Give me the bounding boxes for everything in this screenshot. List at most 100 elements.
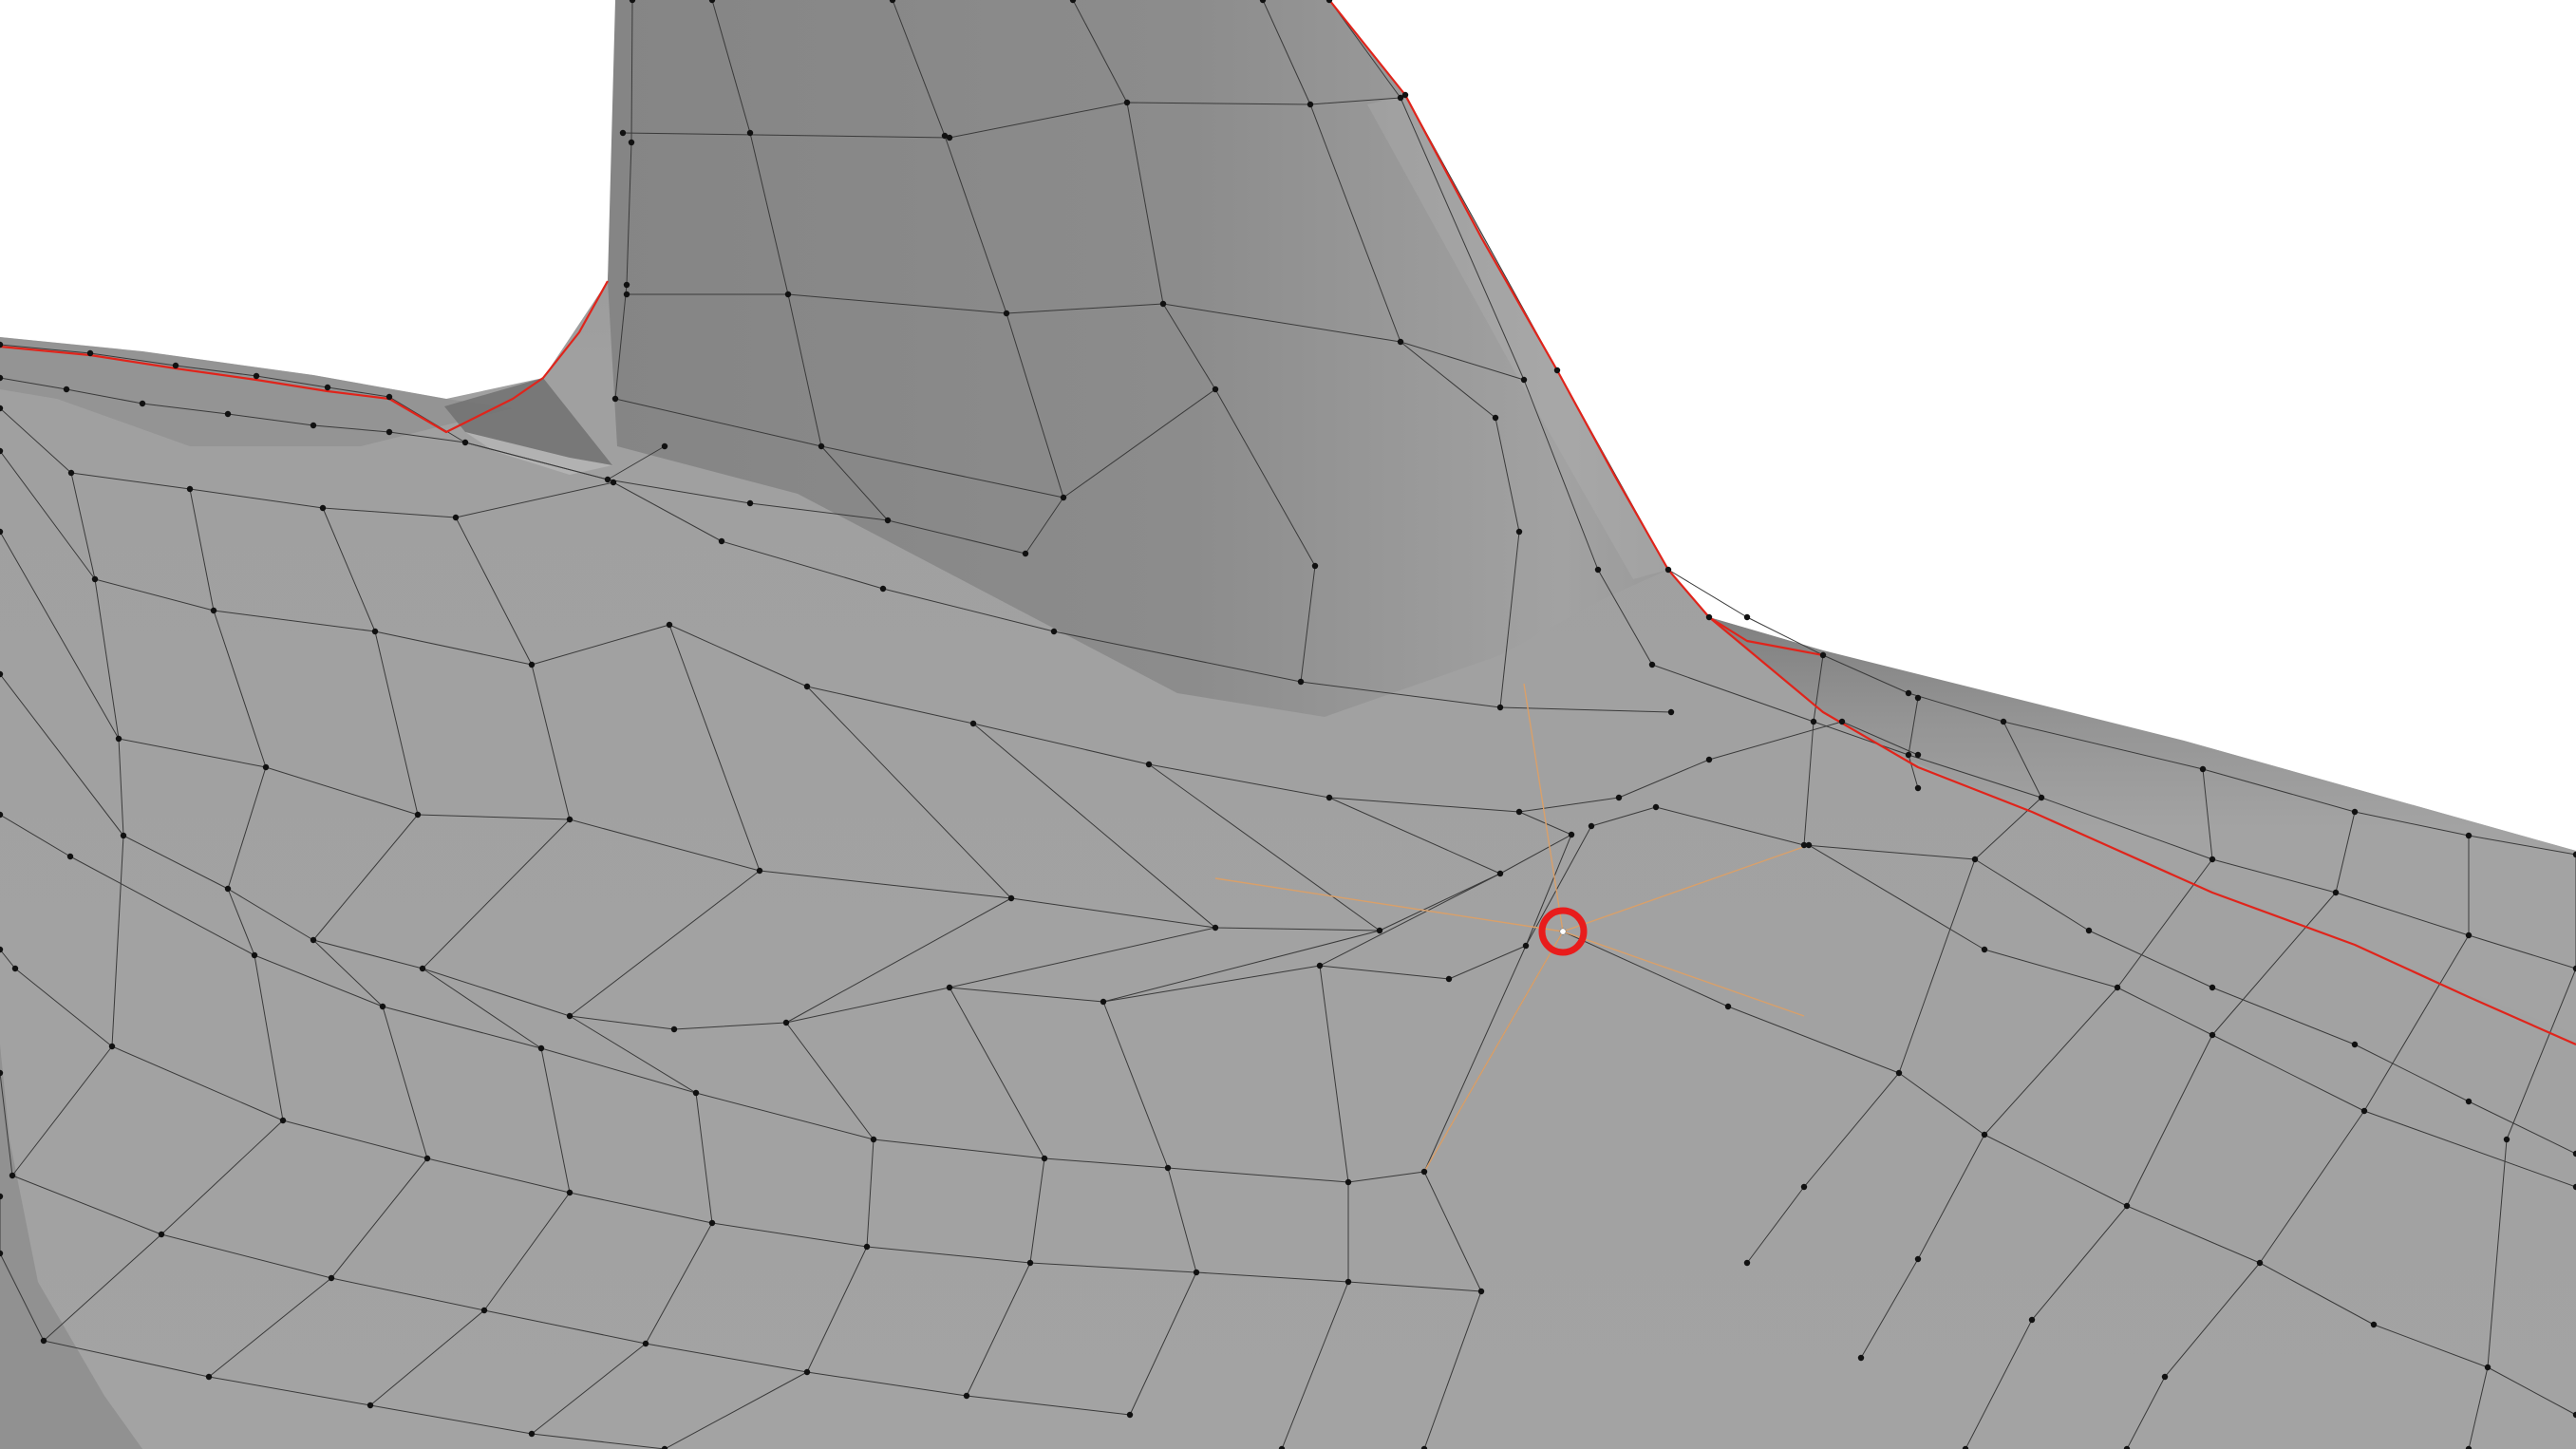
mesh-vertex[interactable] bbox=[2123, 1202, 2131, 1210]
mesh-vertex[interactable] bbox=[251, 951, 258, 959]
mesh-vertex[interactable] bbox=[946, 134, 953, 141]
mesh-vertex[interactable] bbox=[2209, 984, 2216, 991]
mesh-vertex[interactable] bbox=[879, 585, 887, 593]
mesh-vertex[interactable] bbox=[2209, 856, 2216, 863]
mesh-vertex[interactable] bbox=[863, 1243, 871, 1251]
mesh-vertex[interactable] bbox=[319, 504, 327, 512]
mesh-vertex[interactable] bbox=[1515, 808, 1523, 816]
mesh-vertex[interactable] bbox=[1905, 689, 1912, 697]
mesh-vertex[interactable] bbox=[1420, 1168, 1428, 1176]
mesh-vertex[interactable] bbox=[1376, 927, 1383, 934]
mesh-vertex[interactable] bbox=[310, 422, 317, 429]
mesh-vertex[interactable] bbox=[1003, 310, 1010, 317]
mesh-vertex[interactable] bbox=[946, 984, 953, 991]
mesh-vertex[interactable] bbox=[1026, 1259, 1034, 1267]
mesh-vertex[interactable] bbox=[969, 720, 977, 727]
mesh-vertex[interactable] bbox=[1522, 942, 1530, 950]
mesh-vertex[interactable] bbox=[1667, 708, 1675, 716]
mesh-vertex[interactable] bbox=[746, 499, 754, 507]
mesh-vertex[interactable] bbox=[1445, 975, 1453, 983]
mesh-vertex[interactable] bbox=[1007, 894, 1015, 902]
mesh-vertex[interactable] bbox=[2503, 1136, 2510, 1143]
mesh-vertex[interactable] bbox=[1743, 1259, 1751, 1267]
mesh-vertex[interactable] bbox=[611, 395, 619, 403]
mesh-vertex[interactable] bbox=[2038, 794, 2045, 801]
mesh-vertex[interactable] bbox=[1857, 1354, 1865, 1362]
mesh-vertex[interactable] bbox=[528, 1430, 536, 1438]
mesh-vertex[interactable] bbox=[782, 1019, 790, 1026]
mesh-vertex[interactable] bbox=[566, 816, 573, 823]
mesh-vertex[interactable] bbox=[1100, 998, 1107, 1006]
mesh-vertex[interactable] bbox=[120, 832, 127, 839]
mesh-vertex[interactable] bbox=[784, 291, 792, 298]
mesh-vertex[interactable] bbox=[642, 1340, 649, 1347]
mesh-vertex[interactable] bbox=[2028, 1316, 2036, 1324]
mesh-vertex[interactable] bbox=[1520, 376, 1528, 384]
mesh-vertex[interactable] bbox=[870, 1136, 877, 1143]
mesh-vertex[interactable] bbox=[718, 537, 725, 545]
mesh-vertex[interactable] bbox=[2000, 718, 2007, 725]
mesh-vertex[interactable] bbox=[1914, 1255, 1922, 1263]
mesh-vertex[interactable] bbox=[63, 386, 70, 393]
mesh-vertex[interactable] bbox=[1050, 628, 1058, 635]
mesh-vertex[interactable] bbox=[1664, 566, 1672, 574]
mesh-vertex[interactable] bbox=[1800, 1183, 1808, 1191]
mesh-vertex[interactable] bbox=[1724, 1003, 1732, 1010]
mesh-vertex[interactable] bbox=[2370, 1321, 2378, 1328]
mesh-vertex[interactable] bbox=[528, 661, 536, 668]
mesh-vertex[interactable] bbox=[423, 1155, 431, 1162]
mesh-vertex[interactable] bbox=[1895, 1069, 1903, 1077]
mesh-vertex[interactable] bbox=[1568, 831, 1575, 838]
mesh-vertex[interactable] bbox=[172, 362, 179, 369]
mesh-vertex[interactable] bbox=[1515, 528, 1523, 536]
mesh-vertex[interactable] bbox=[1705, 756, 1713, 763]
mesh-vertex[interactable] bbox=[2161, 1373, 2169, 1381]
mesh-vertex[interactable] bbox=[2209, 1031, 2216, 1039]
mesh-vertex[interactable] bbox=[452, 514, 460, 521]
mesh-vertex[interactable] bbox=[2484, 1364, 2491, 1371]
mesh-vertex[interactable] bbox=[1164, 1164, 1172, 1172]
mesh-vertex[interactable] bbox=[414, 811, 422, 819]
mesh-vertex[interactable] bbox=[1914, 751, 1922, 759]
mesh-vertex[interactable] bbox=[1553, 367, 1561, 374]
mesh-vertex[interactable] bbox=[884, 517, 892, 524]
mesh-vertex[interactable] bbox=[1159, 300, 1167, 308]
selected-vertex-dot[interactable] bbox=[1560, 929, 1566, 934]
mesh-vertex[interactable] bbox=[108, 1043, 116, 1050]
mesh-vertex[interactable] bbox=[379, 1003, 386, 1010]
mesh-vertex[interactable] bbox=[66, 853, 74, 860]
mesh-vertex[interactable] bbox=[1193, 1269, 1200, 1276]
mesh-vertex[interactable] bbox=[2085, 927, 2093, 934]
mesh-vertex[interactable] bbox=[2360, 1107, 2368, 1115]
mesh-vertex[interactable] bbox=[1971, 856, 1979, 863]
mesh-vertex[interactable] bbox=[1145, 761, 1153, 768]
mesh-vertex[interactable] bbox=[756, 867, 763, 875]
mesh-vertex[interactable] bbox=[115, 735, 122, 743]
mesh-vertex[interactable] bbox=[1311, 562, 1319, 570]
mesh-vertex[interactable] bbox=[1819, 651, 1827, 659]
mesh-vertex[interactable] bbox=[324, 384, 331, 391]
mesh-vertex[interactable] bbox=[1212, 924, 1219, 932]
mesh-vertex[interactable] bbox=[818, 442, 825, 450]
mesh-vertex[interactable] bbox=[262, 763, 270, 771]
mesh-vertex[interactable] bbox=[210, 607, 217, 614]
mesh-vertex[interactable] bbox=[604, 476, 611, 483]
mesh-vertex[interactable] bbox=[367, 1402, 374, 1409]
mesh-vertex[interactable] bbox=[1588, 822, 1595, 830]
mesh-vertex[interactable] bbox=[158, 1231, 165, 1238]
mesh-vertex[interactable] bbox=[310, 936, 317, 944]
mesh-vertex[interactable] bbox=[1060, 494, 1067, 501]
mesh-vertex[interactable] bbox=[2199, 765, 2207, 773]
mesh-vertex[interactable] bbox=[67, 469, 75, 477]
mesh-vertex[interactable] bbox=[1477, 1288, 1485, 1295]
mesh-vertex[interactable] bbox=[566, 1012, 573, 1020]
mesh-canvas[interactable] bbox=[0, 0, 2576, 1449]
mesh-vertex[interactable] bbox=[1496, 704, 1504, 711]
mesh-vertex[interactable] bbox=[2465, 932, 2473, 939]
mesh-vertex[interactable] bbox=[279, 1117, 287, 1124]
mesh-vertex[interactable] bbox=[803, 683, 811, 690]
mesh-vertex[interactable] bbox=[1316, 962, 1324, 969]
mesh-vertex[interactable] bbox=[186, 485, 194, 493]
mesh-vertex[interactable] bbox=[2351, 808, 2359, 816]
mesh-vertex[interactable] bbox=[963, 1392, 970, 1400]
